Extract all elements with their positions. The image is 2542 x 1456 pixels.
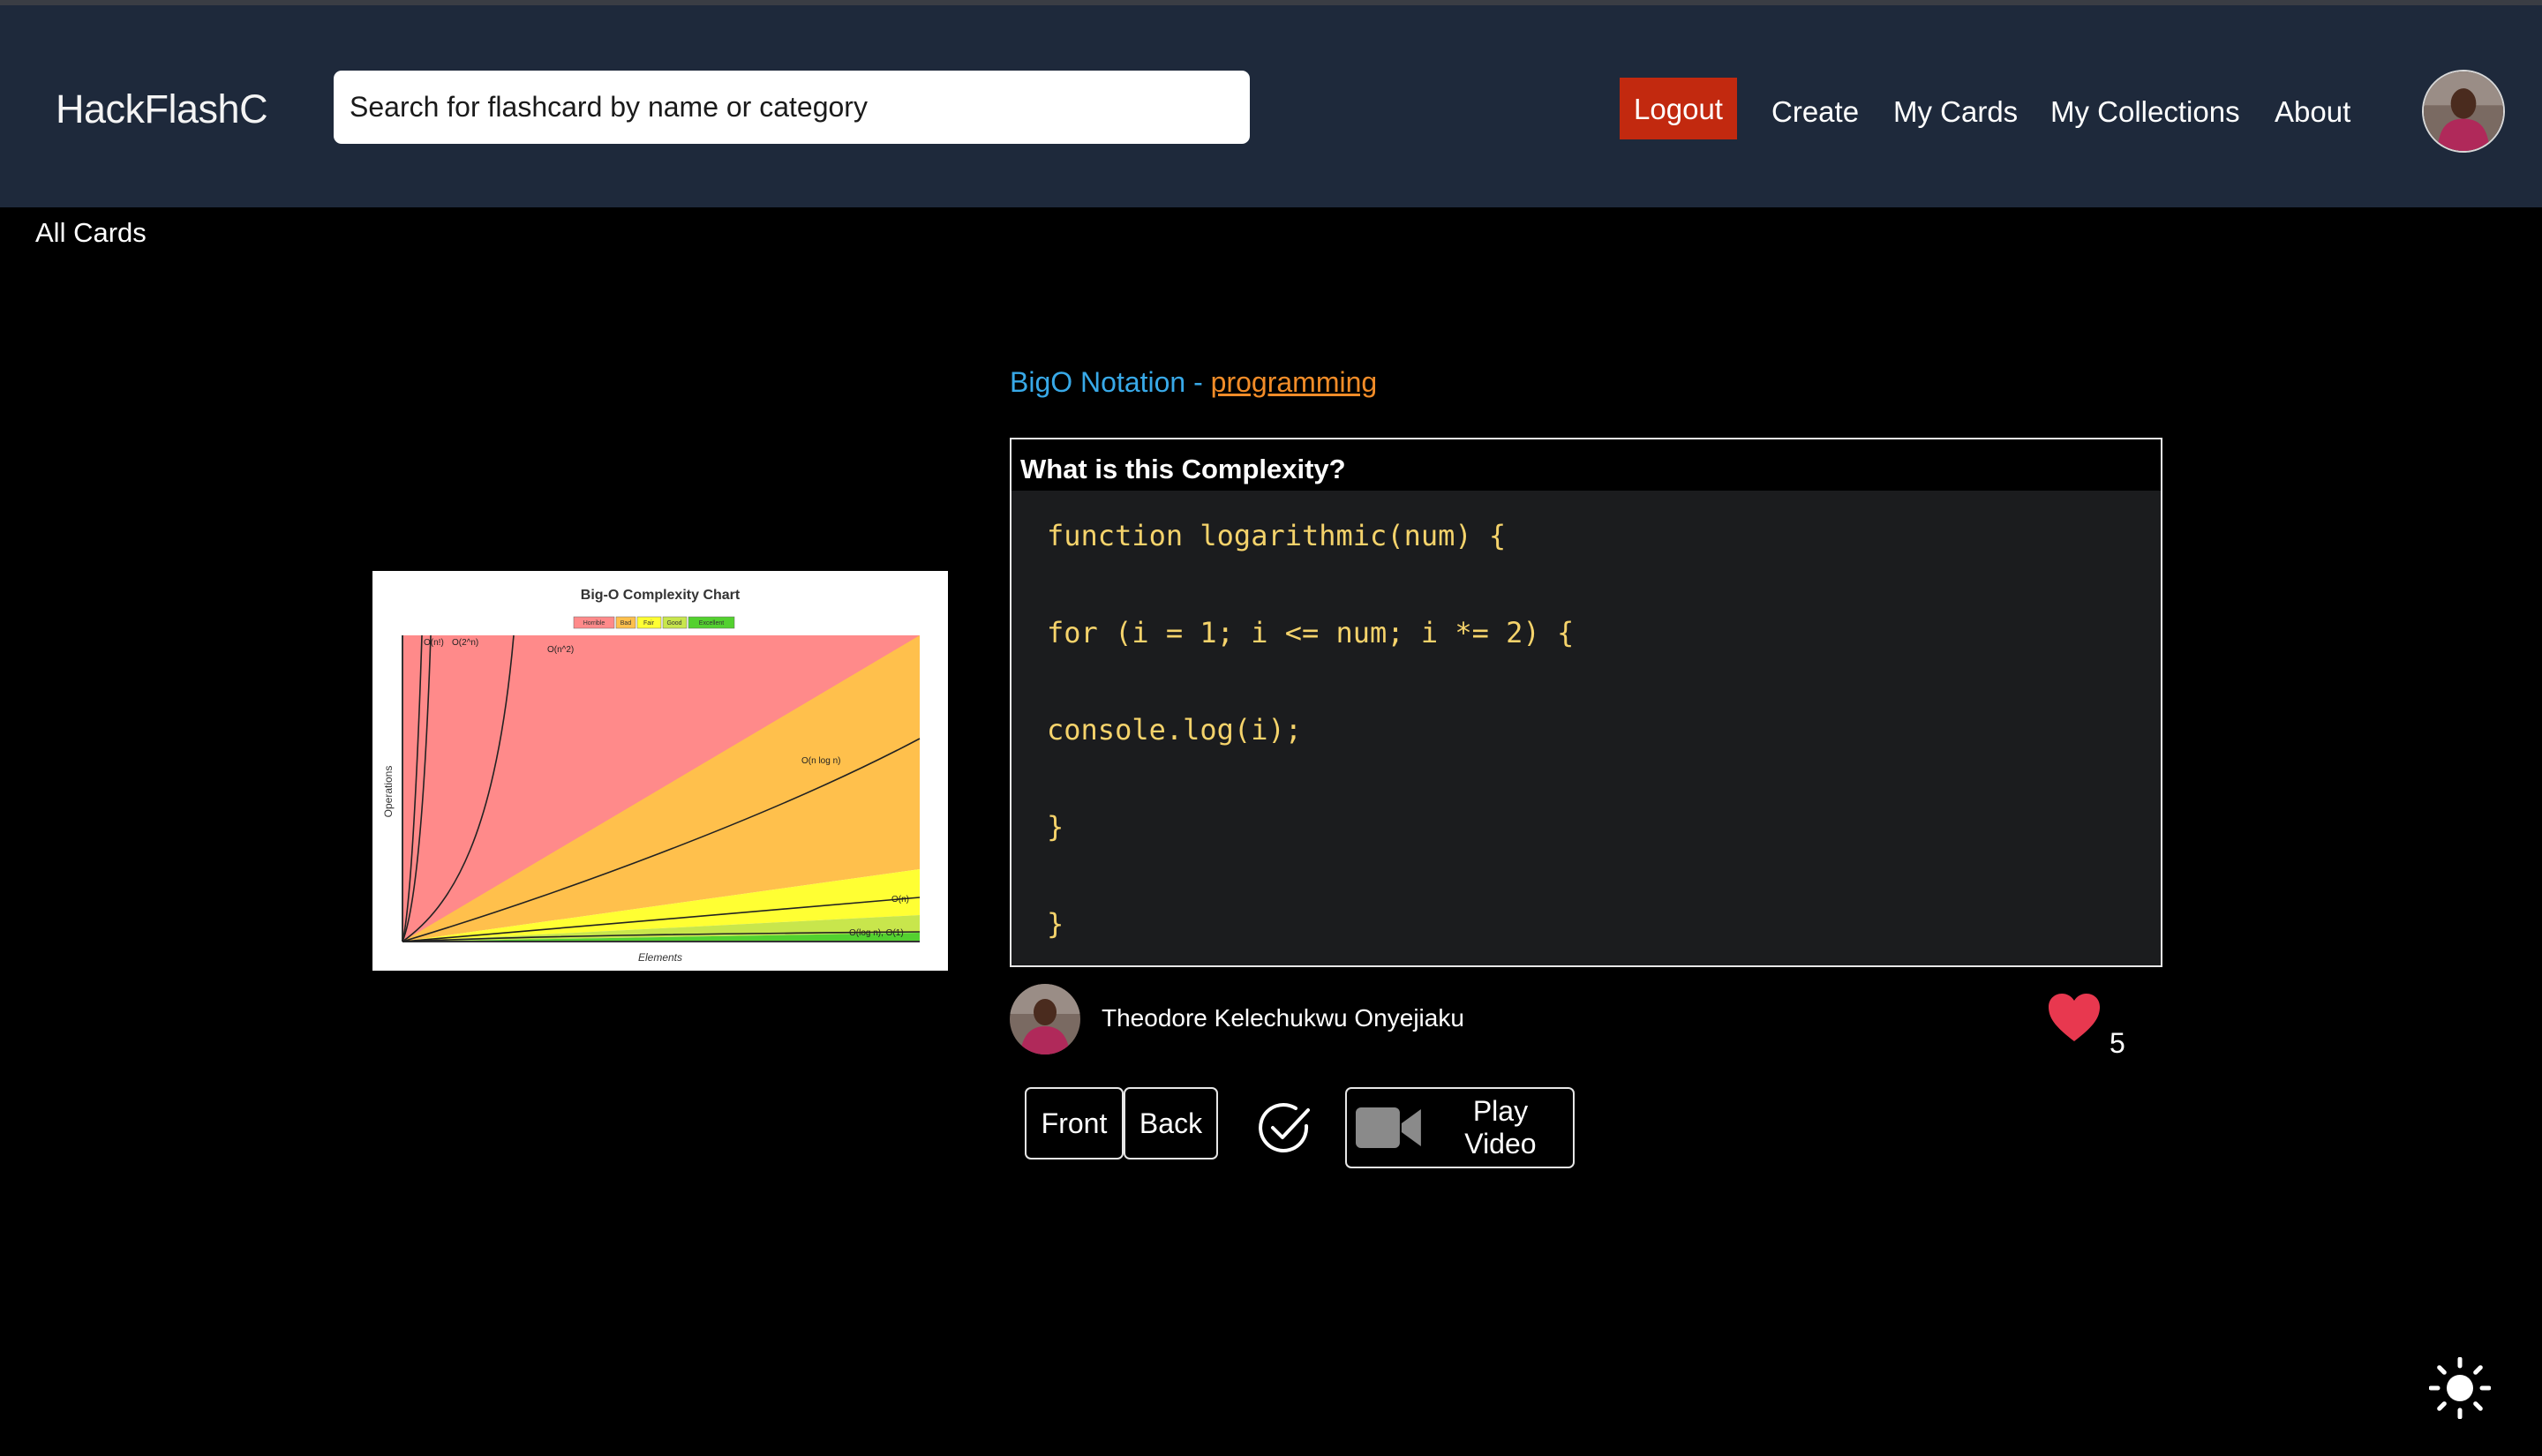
nav-about-link[interactable]: About: [2275, 95, 2350, 129]
likes-count: 5: [2110, 1027, 2125, 1059]
author-name[interactable]: Theodore Kelechukwu Onyejiaku: [1102, 1004, 1464, 1032]
front-button[interactable]: Front: [1025, 1087, 1124, 1160]
nav-my-collections-link[interactable]: My Collections: [2050, 95, 2240, 129]
card-topic: BigO Notation: [1010, 366, 1186, 398]
code-line: }: [1047, 810, 1064, 844]
check-circle-icon[interactable]: [1257, 1100, 1313, 1156]
code-line: console.log(i);: [1047, 713, 1302, 747]
legend-bad: Bad: [620, 620, 632, 627]
section-label: All Cards: [35, 217, 147, 248]
card-title: BigO Notation - programming: [1010, 365, 1377, 399]
title-separator: -: [1185, 366, 1211, 398]
sun-icon[interactable]: [2429, 1357, 2491, 1419]
curve-label-nlogn: O(n log n): [801, 756, 840, 766]
curve-label-exponential: O(2^n): [452, 638, 478, 648]
legend-good: Good: [666, 620, 681, 627]
search-input[interactable]: [334, 71, 1250, 144]
card-question: What is this Complexity?: [1020, 454, 1346, 484]
legend-fair: Fair: [643, 620, 655, 627]
chart-legend: Horrible Bad Fair Good Excellent: [573, 616, 735, 629]
curve-label-quadratic: O(n^2): [547, 645, 574, 655]
chart-xlabel: Elements: [638, 951, 682, 964]
user-avatar-image: [2424, 71, 2503, 151]
card-image: Big-O Complexity Chart Horrible Bad Fair…: [372, 571, 948, 971]
user-avatar[interactable]: [2422, 70, 2505, 153]
back-button[interactable]: Back: [1124, 1087, 1218, 1160]
code-line: }: [1047, 907, 1064, 941]
curve-label-factorial: O(n!): [424, 638, 444, 648]
curve-label-log-constant: O(log n), O(1): [849, 928, 904, 938]
chart-title: Big-O Complexity Chart: [581, 588, 741, 603]
legend-excellent: Excellent: [699, 620, 724, 627]
author-avatar-image: [1010, 984, 1080, 1054]
chart-ylabel: Operations: [382, 766, 395, 818]
code-line: function logarithmic(num) {: [1047, 519, 1507, 552]
navbar: HackFlashC Logout Create My Cards My Col…: [0, 5, 2542, 207]
brand-logo[interactable]: HackFlashC: [56, 86, 268, 132]
code-line: for (i = 1; i <= num; i *= 2) {: [1047, 616, 1575, 649]
author-avatar[interactable]: [1010, 984, 1080, 1054]
video-camera-icon: [1356, 1107, 1421, 1148]
code-block: function logarithmic(num) { for (i = 1; …: [1012, 491, 2161, 965]
play-video-label: Play Video: [1464, 1095, 1537, 1160]
curve-label-linear: O(n): [891, 895, 909, 904]
big-o-chart-image: Big-O Complexity Chart Horrible Bad Fair…: [382, 588, 921, 964]
legend-horrible: Horrible: [583, 620, 605, 627]
nav-my-cards-link[interactable]: My Cards: [1893, 95, 2018, 129]
flashcard: What is this Complexity? function logari…: [1010, 438, 2162, 967]
nav-create-link[interactable]: Create: [1771, 95, 1859, 129]
card-category-link[interactable]: programming: [1211, 366, 1378, 398]
logout-button[interactable]: Logout: [1620, 78, 1737, 139]
play-video-button[interactable]: Play Video: [1345, 1087, 1575, 1168]
heart-icon[interactable]: [2047, 992, 2102, 1043]
